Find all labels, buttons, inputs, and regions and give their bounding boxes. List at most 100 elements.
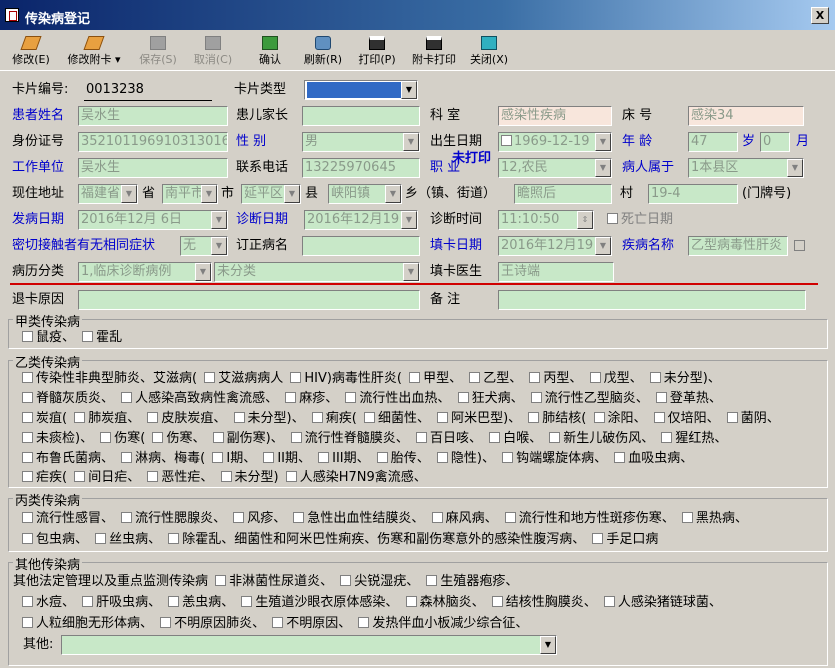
disease-checkbox[interactable] xyxy=(22,533,33,544)
disease-checkbox[interactable] xyxy=(212,432,224,443)
disease-checkbox[interactable] xyxy=(681,512,693,523)
disease-checkbox[interactable] xyxy=(290,432,302,443)
diag-time-spinner[interactable]: 11:10:50 ⇕ xyxy=(498,210,594,230)
disease-checkbox[interactable] xyxy=(549,432,561,443)
disease-checkbox[interactable] xyxy=(504,512,516,523)
disease-checkbox[interactable] xyxy=(649,372,661,383)
disease-checkbox[interactable] xyxy=(220,471,232,482)
group-b-line[interactable]: 布鲁氏菌病、 淋病、梅毒( I期、 II期、 III期、 胎传、 隐性)、 钩端… xyxy=(19,449,693,469)
disease-checkbox[interactable] xyxy=(528,412,540,423)
disease-checkbox[interactable] xyxy=(415,432,427,443)
disease-checkbox[interactable] xyxy=(363,412,375,423)
chevron-down-icon[interactable]: ▼ xyxy=(385,185,401,203)
disease-checkbox[interactable] xyxy=(661,432,673,443)
disease-checkbox[interactable] xyxy=(168,596,180,607)
group-b-line[interactable]: 未痰检)、 伤寒( 伤寒、 副伤寒)、 流行性脊髓膜炎、 百日咳、 白喉、 新生… xyxy=(19,429,727,449)
card-type-select[interactable]: ▼ xyxy=(304,80,418,100)
disease-checkbox[interactable] xyxy=(345,392,357,403)
disease-checkbox[interactable] xyxy=(655,392,667,403)
disease-checkbox[interactable] xyxy=(340,575,352,586)
group-d-line[interactable]: 其他法定管理以及重点监测传染病 非淋菌性尿道炎、 尖锐湿疣、 生殖器疱疹、 xyxy=(13,572,518,592)
disease-field[interactable]: 乙型病毒性肝炎 xyxy=(688,236,788,256)
work-field[interactable]: 吴水生 xyxy=(78,158,228,178)
edit-attach-button[interactable]: 修改附卡 ▾ xyxy=(60,34,128,68)
province-select[interactable]: 福建省 ▼ xyxy=(78,184,138,204)
disease-checkbox[interactable] xyxy=(589,372,601,383)
disease-checkbox[interactable] xyxy=(405,596,417,607)
chevron-down-icon[interactable]: ▼ xyxy=(787,159,803,177)
disease-checkbox[interactable] xyxy=(22,432,33,443)
chevron-down-icon[interactable]: ▼ xyxy=(595,237,611,255)
doctor-field[interactable]: 王诗端 xyxy=(498,262,614,282)
chevron-down-icon[interactable]: ▼ xyxy=(403,133,419,151)
disease-checkbox[interactable] xyxy=(22,412,33,423)
disease-checkbox[interactable] xyxy=(22,512,33,523)
close-button[interactable]: 关闭(X) xyxy=(466,34,512,68)
plague-checkbox[interactable] xyxy=(22,331,33,342)
chevron-down-icon[interactable]: ▼ xyxy=(211,237,227,255)
group-b-line[interactable]: 脊髓灰质炎、 人感染高致病性禽流感、 麻疹、 流行性出血热、 狂犬病、 流行性乙… xyxy=(19,389,722,409)
disease-checkbox[interactable] xyxy=(431,512,443,523)
death-date-checkbox[interactable]: 死亡日期 xyxy=(604,210,673,230)
fill-date-picker[interactable]: 2016年12月19 ▼ xyxy=(498,236,612,256)
house-field[interactable]: 19-4 xyxy=(648,184,738,204)
window-close-button[interactable]: X xyxy=(811,7,829,24)
chevron-down-icon[interactable]: ▼ xyxy=(195,263,211,281)
chevron-down-icon[interactable]: ▼ xyxy=(121,185,137,203)
spinner-icon[interactable]: ⇕ xyxy=(577,211,593,229)
town-select[interactable]: 峡阳镇 ▼ xyxy=(328,184,402,204)
group-b-line[interactable]: 传染性非典型肺炎、艾滋病( 艾滋病病人 HIV)病毒性肝炎( 甲型、 乙型、 丙… xyxy=(19,369,721,389)
disease-checkbox[interactable] xyxy=(376,452,388,463)
disease-checkbox[interactable] xyxy=(311,412,323,423)
disease-checkbox[interactable] xyxy=(272,617,284,628)
disease-checkbox[interactable] xyxy=(100,432,112,443)
chevron-down-icon[interactable]: ▼ xyxy=(403,263,419,281)
city-select[interactable]: 南平市 ▼ xyxy=(162,184,218,204)
disease-checkbox[interactable] xyxy=(121,392,133,403)
disease-checkbox[interactable] xyxy=(22,596,33,607)
disease-checkbox[interactable] xyxy=(614,452,626,463)
group-d-line[interactable]: 水痘、 肝吸虫病、 恙虫病、 生殖道沙眼衣原体感染、 森林脑炎、 结核性胸膜炎、… xyxy=(19,593,722,613)
disease-checkbox[interactable] xyxy=(285,392,297,403)
group-c-line[interactable]: 包虫病、 丝虫病、 除霍乱、细菌性和阿米巴性痢疾、伤寒和副伤寒意外的感染性腹泻病… xyxy=(19,530,658,550)
disease-checkbox[interactable] xyxy=(318,452,330,463)
id-field[interactable]: 352101196910313016 xyxy=(78,132,228,152)
dept-field[interactable]: 感染性疾病 xyxy=(498,106,612,126)
disease-checkbox[interactable] xyxy=(147,412,159,423)
disease-checkbox[interactable] xyxy=(530,392,542,403)
group-c-line[interactable]: 流行性感冒、 流行性腮腺炎、 风疹、 急性出血性结膜炎、 麻风病、 流行性和地方… xyxy=(19,509,748,529)
disease-checkbox[interactable] xyxy=(263,452,275,463)
sub-class-select[interactable]: 未分类 ▼ xyxy=(214,262,420,282)
print-attach-button[interactable]: 附卡打印 xyxy=(406,34,462,68)
birth-date-picker[interactable]: 1969-12-19 ▼ xyxy=(498,132,612,152)
disease-checkbox[interactable] xyxy=(358,617,370,628)
patient-name-field[interactable]: 吴水生 xyxy=(78,106,228,126)
chevron-down-icon[interactable]: ▼ xyxy=(211,211,227,229)
disease-checkbox[interactable] xyxy=(241,596,253,607)
disease-checkbox[interactable] xyxy=(469,372,481,383)
disease-checkbox[interactable] xyxy=(426,575,438,586)
disease-checkbox[interactable] xyxy=(160,617,172,628)
disease-checkbox[interactable] xyxy=(529,372,541,383)
disease-checkbox[interactable] xyxy=(74,471,86,482)
print-button[interactable]: 打印(P) xyxy=(354,34,400,68)
disease-checkbox[interactable] xyxy=(593,412,605,423)
cholera-checkbox[interactable] xyxy=(82,331,94,342)
disease-checkbox[interactable] xyxy=(437,412,449,423)
disease-checkbox[interactable] xyxy=(82,596,94,607)
disease-checkbox[interactable] xyxy=(212,452,224,463)
disease-checkbox[interactable] xyxy=(168,533,180,544)
group-b-line[interactable]: 炭疽( 肺炭疽、 皮肤炭疽、 未分型)、 痢疾( 细菌性、 阿米巴型)、 肺结核… xyxy=(19,409,780,429)
disease-checkbox[interactable] xyxy=(233,512,245,523)
cancel-button[interactable]: 取消(C) xyxy=(188,34,238,68)
job-select[interactable]: 12,农民 ▼ xyxy=(498,158,612,178)
other-select[interactable]: ▼ xyxy=(61,635,557,655)
contact-select[interactable]: 无 ▼ xyxy=(180,236,228,256)
note-field[interactable] xyxy=(498,290,806,310)
chevron-down-icon[interactable]: ▼ xyxy=(540,636,556,654)
belong-select[interactable]: 1本县区 ▼ xyxy=(688,158,804,178)
disease-checkbox[interactable] xyxy=(290,372,302,383)
disease-checkbox[interactable] xyxy=(22,452,33,463)
disease-checkbox[interactable] xyxy=(603,596,615,607)
disease-checkbox[interactable] xyxy=(74,412,86,423)
